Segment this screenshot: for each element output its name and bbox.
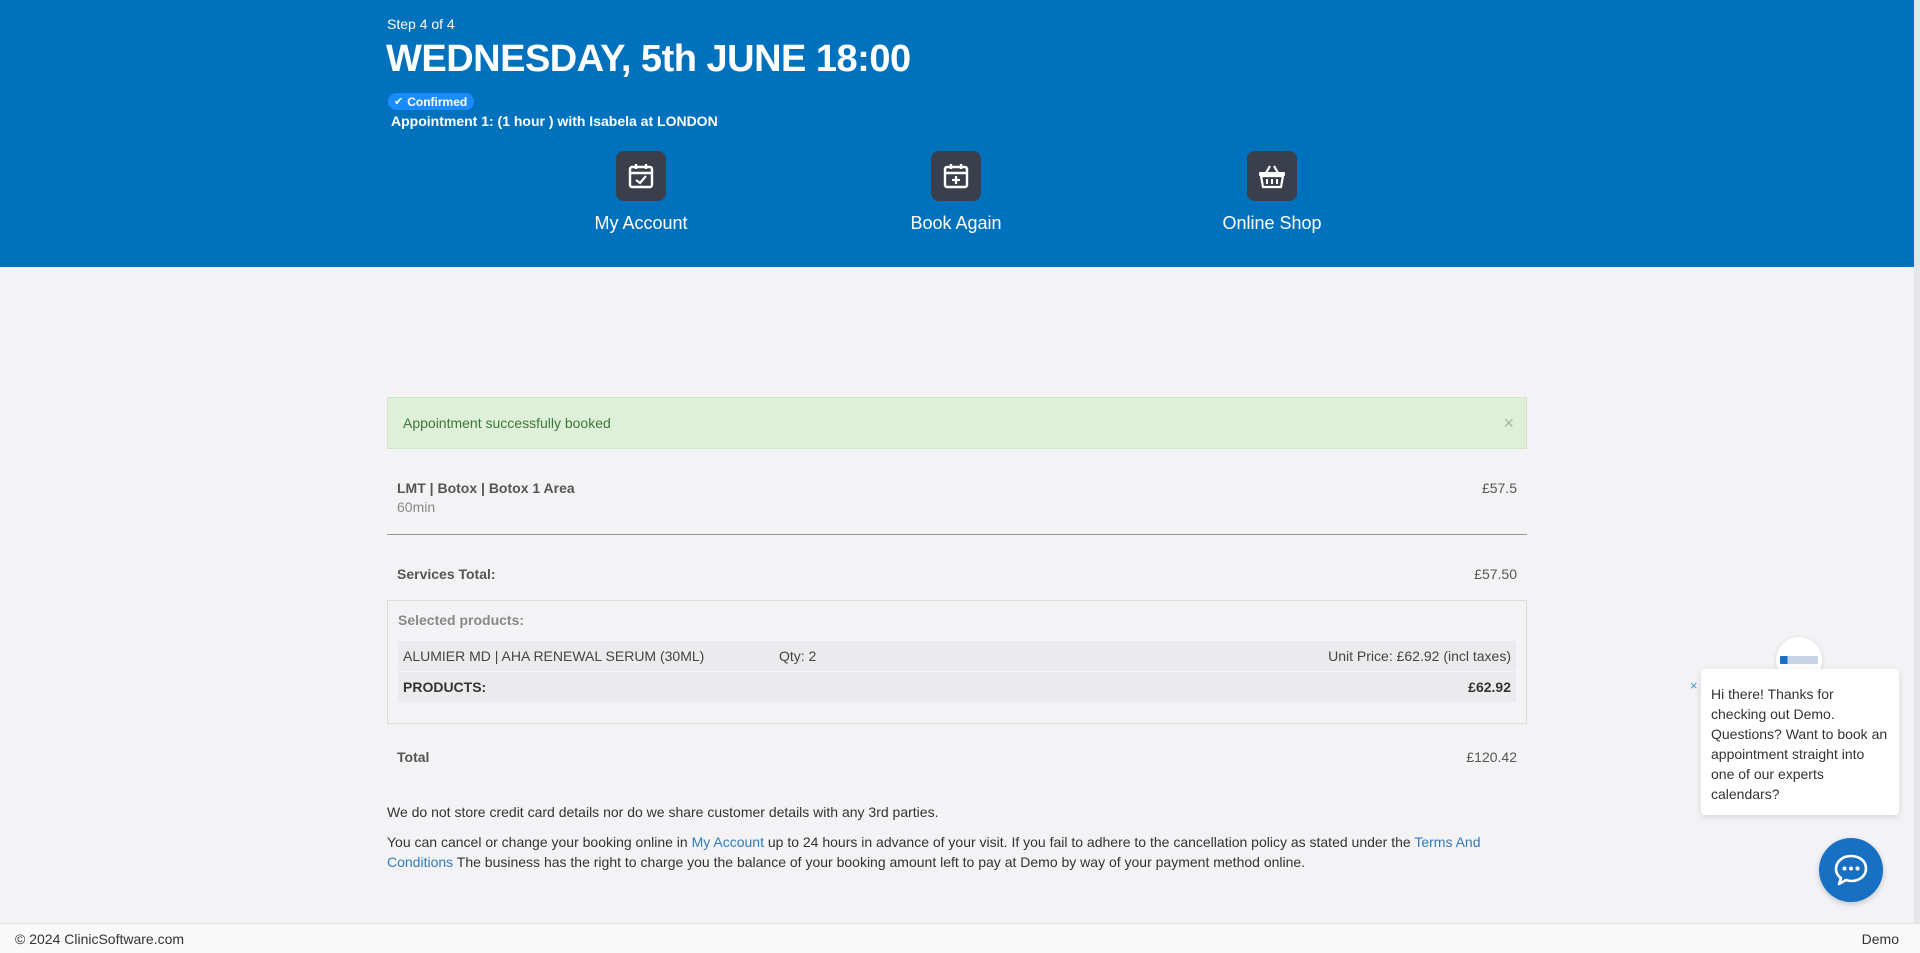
selected-products-header: Selected products: [398, 612, 525, 628]
status-badge: ✔ Confirmed [388, 93, 475, 110]
alert-close-button[interactable]: × [1503, 413, 1514, 434]
book-again-label: Book Again [910, 213, 1002, 233]
online-shop-button[interactable]: Online Shop [1172, 151, 1372, 234]
check-icon: ✔ [394, 96, 404, 108]
clinicsoftware-logo-icon [1780, 656, 1818, 664]
step-indicator: Step 4 of 4 [387, 16, 455, 32]
selected-products-panel: Selected products: ALUMIER MD | AHA RENE… [387, 600, 1527, 724]
grand-total-value: £120.42 [1466, 749, 1517, 765]
product-name: ALUMIER MD | AHA RENEWAL SERUM (30ML) [403, 648, 705, 664]
appointment-summary: Appointment 1: (1 hour ) with Isabela at… [391, 113, 718, 129]
cancellation-text-3: The business has the right to charge you… [453, 854, 1306, 870]
business-name: Demo [1861, 931, 1899, 947]
services-total-value: £57.50 [1474, 566, 1517, 582]
product-qty: Qty: 2 [779, 648, 817, 664]
page-scrollbar[interactable] [1914, 0, 1920, 953]
cancellation-note: You can cancel or change your booking on… [387, 832, 1527, 872]
online-shop-label: Online Shop [1222, 213, 1322, 233]
copyright: © 2024 ClinicSoftware.com [15, 931, 185, 947]
chat-bubble-icon [1834, 854, 1868, 886]
privacy-note: We do not store credit card details nor … [387, 804, 939, 820]
chat-launcher-button[interactable] [1819, 838, 1883, 902]
products-total-row: PRODUCTS: £62.92 [398, 672, 1516, 702]
service-price: £57.5 [1481, 480, 1517, 496]
success-alert: Appointment successfully booked × [387, 397, 1527, 449]
service-name: LMT | Botox | Botox 1 Area [397, 480, 575, 496]
service-duration: 60min [397, 499, 436, 515]
chat-greeting-bubble[interactable]: Hi there! Thanks for checking out Demo. … [1701, 669, 1899, 815]
chat-dismiss-button[interactable]: × [1690, 678, 1698, 693]
product-row: ALUMIER MD | AHA RENEWAL SERUM (30ML) Qt… [398, 641, 1516, 671]
grand-total-label: Total [397, 749, 430, 765]
shopping-basket-icon [1247, 151, 1297, 201]
alert-message: Appointment successfully booked [403, 415, 611, 431]
cancellation-text-1: You can cancel or change your booking on… [387, 834, 692, 850]
page-footer: © 2024 ClinicSoftware.com Demo [0, 923, 1920, 953]
product-unit-price: Unit Price: £62.92 (incl taxes) [1328, 648, 1511, 664]
calendar-plus-icon [931, 151, 981, 201]
my-account-label: My Account [594, 213, 688, 233]
products-total-label: PRODUCTS: [403, 679, 487, 695]
header-banner: Step 4 of 4 WEDNESDAY, 5th JUNE 18:00 ✔ … [0, 0, 1914, 267]
my-account-button[interactable]: My Account [541, 151, 741, 234]
calendar-check-icon [616, 151, 666, 201]
my-account-link[interactable]: My Account [692, 834, 764, 850]
cancellation-text-2: up to 24 hours in advance of your visit.… [763, 834, 1415, 850]
service-line: LMT | Botox | Botox 1 Area 60min £57.5 [387, 470, 1527, 535]
services-total-label: Services Total: [397, 566, 496, 582]
book-again-button[interactable]: Book Again [856, 151, 1056, 234]
products-total-value: £62.92 [1468, 679, 1511, 695]
page-title: WEDNESDAY, 5th JUNE 18:00 [386, 38, 911, 80]
status-badge-label: Confirmed [407, 94, 468, 109]
